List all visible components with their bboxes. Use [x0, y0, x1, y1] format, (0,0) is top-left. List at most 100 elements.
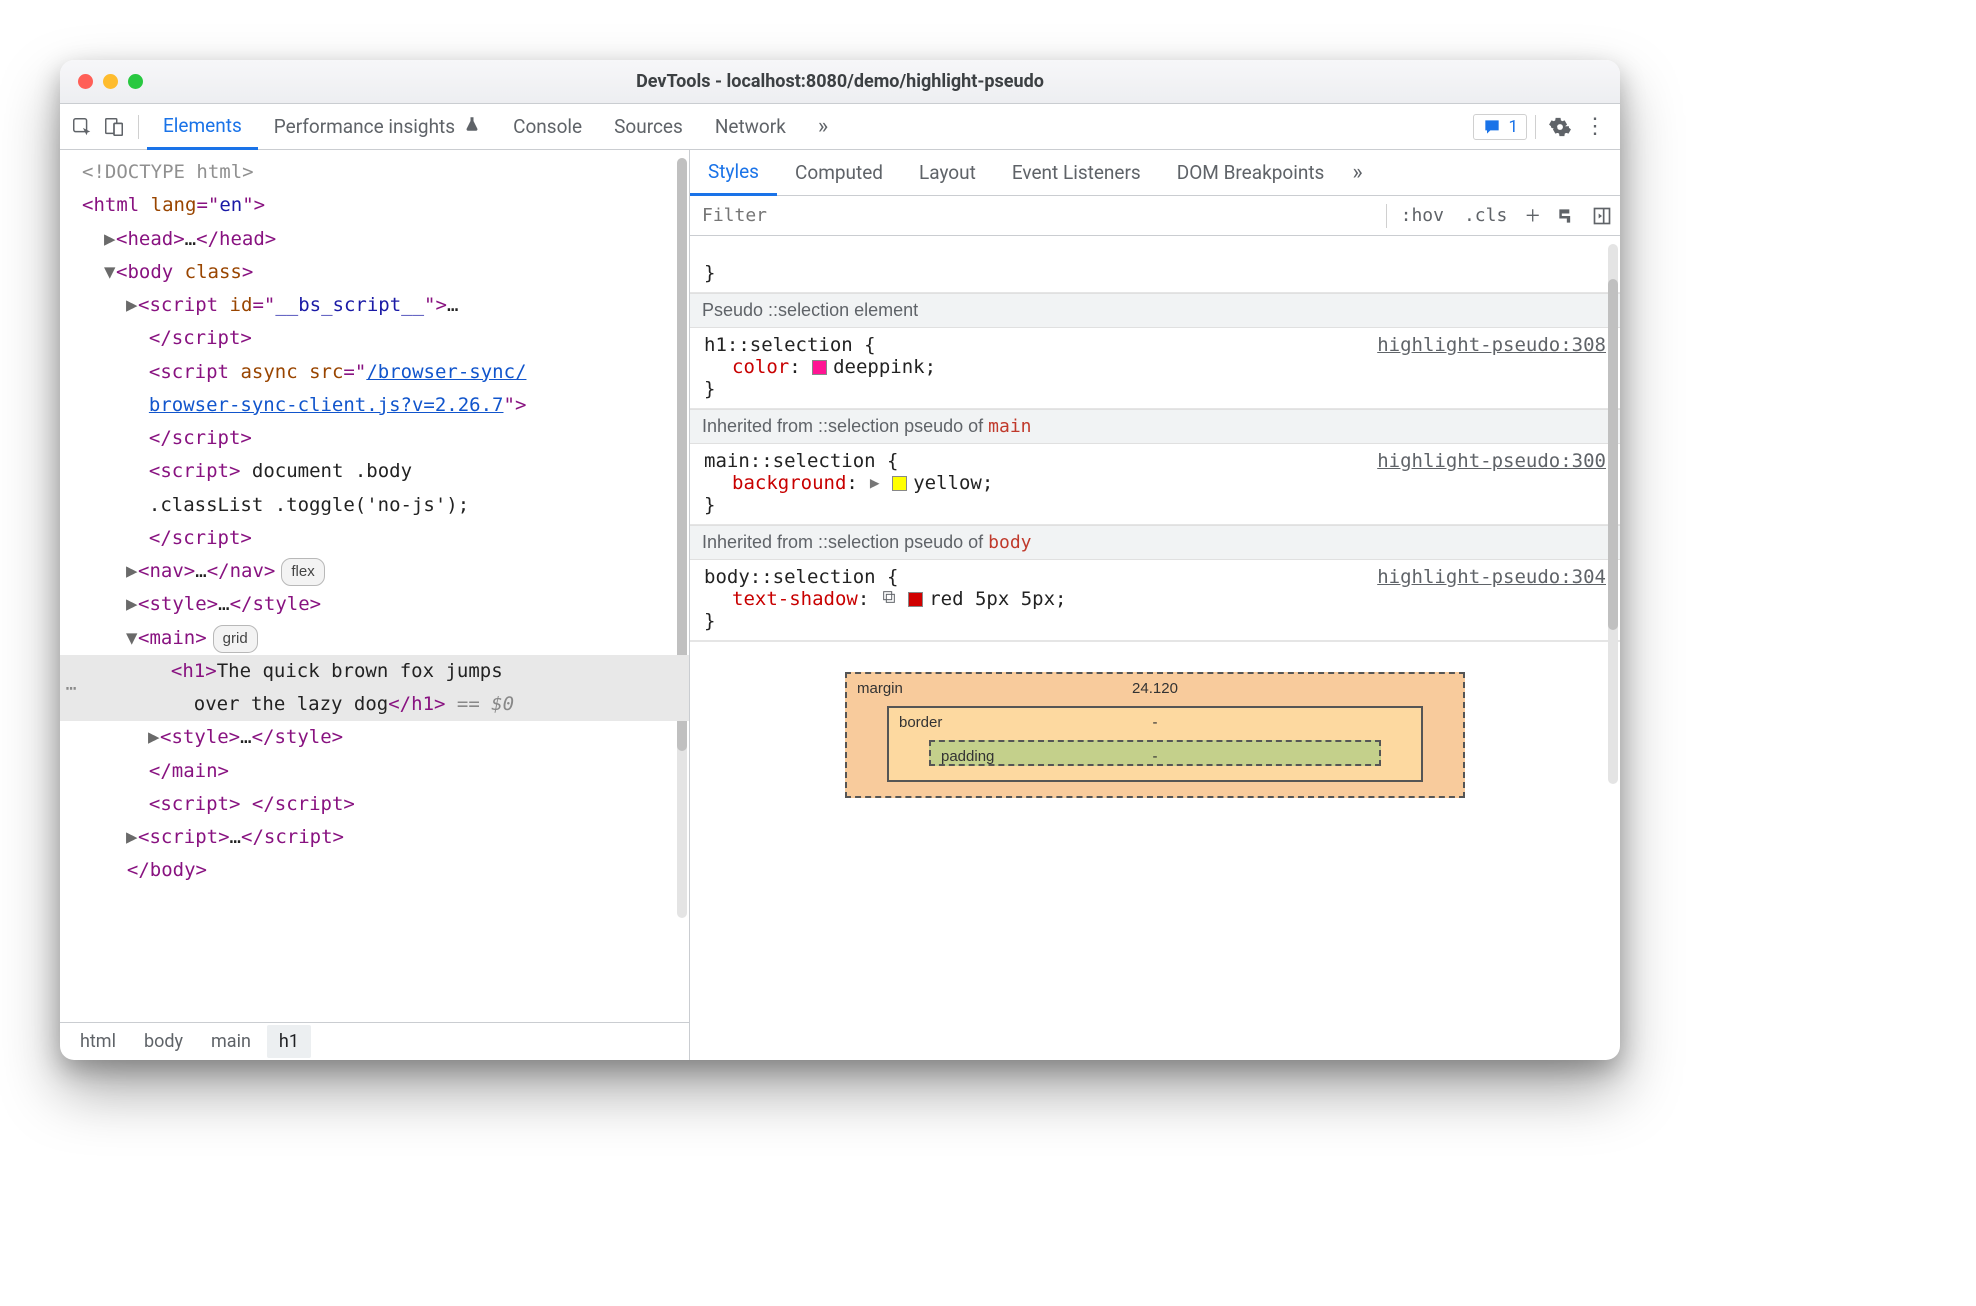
- style-tag[interactable]: style: [171, 726, 228, 748]
- doctype: <!DOCTYPE html>: [82, 161, 254, 183]
- pseudo-selection-header: Pseudo ::selection element: [690, 293, 1620, 328]
- messages-count: 1: [1508, 117, 1518, 137]
- css-value[interactable]: red 5px 5px: [929, 588, 1055, 610]
- scrollbar[interactable]: [1608, 244, 1618, 784]
- tab-dom-breakpoints[interactable]: DOM Breakpoints: [1159, 150, 1343, 196]
- body-tag[interactable]: body: [127, 261, 173, 283]
- nav-tag[interactable]: nav: [149, 560, 183, 582]
- hov-toggle[interactable]: :hov: [1391, 205, 1454, 226]
- main-toolbar: Elements Performance insights Console So…: [60, 104, 1620, 150]
- border-top-value[interactable]: -: [1153, 714, 1158, 731]
- script-tag[interactable]: script: [149, 826, 218, 848]
- inspect-icon[interactable]: [66, 116, 98, 138]
- rule-h1-selection[interactable]: highlight-pseudo:308 h1::selection { col…: [690, 328, 1620, 409]
- box-model-border[interactable]: border - padding -: [887, 706, 1423, 782]
- breadcrumb: html body main h1: [60, 1022, 689, 1060]
- script-tag[interactable]: script: [160, 793, 229, 815]
- main-tag[interactable]: main: [149, 627, 195, 649]
- tab-elements-label: Elements: [163, 114, 242, 137]
- css-value[interactable]: deeppink: [833, 356, 925, 378]
- rule-selector: body::selection {: [704, 566, 898, 588]
- expand-shorthand-icon[interactable]: ▶: [870, 474, 880, 493]
- tab-perf-label: Performance insights: [274, 115, 455, 138]
- paint-icon[interactable]: [1548, 206, 1584, 226]
- box-model-margin[interactable]: margin 24.120 border - padding -: [845, 672, 1465, 798]
- ancestor-link-main[interactable]: main: [988, 416, 1031, 437]
- window-title: DevTools - localhost:8080/demo/highlight…: [60, 71, 1620, 92]
- margin-label: margin: [857, 680, 903, 697]
- rule-source-link[interactable]: highlight-pseudo:304: [1377, 566, 1606, 588]
- dom-tree[interactable]: <!DOCTYPE html> <html lang="en"> ▶<head>…: [60, 150, 689, 1022]
- scrollbar-thumb[interactable]: [1608, 279, 1618, 630]
- row-actions-icon[interactable]: ⋯: [60, 655, 82, 723]
- tabs-overflow-icon[interactable]: »: [802, 104, 844, 150]
- script-tag[interactable]: script: [149, 294, 218, 316]
- cls-toggle[interactable]: .cls: [1454, 205, 1517, 226]
- computed-panel-toggle-icon[interactable]: [1584, 206, 1620, 226]
- inherited-body-header: Inherited from ::selection pseudo of bod…: [690, 525, 1620, 560]
- devtools-window: DevTools - localhost:8080/demo/highlight…: [60, 60, 1620, 1060]
- tab-elements[interactable]: Elements: [147, 104, 258, 150]
- tab-console-label: Console: [513, 115, 582, 138]
- tab-performance-insights[interactable]: Performance insights: [258, 104, 497, 150]
- tab-computed[interactable]: Computed: [777, 150, 901, 196]
- selected-element[interactable]: <h1>The quick brown fox jumps: [60, 655, 689, 688]
- crumb-h1[interactable]: h1: [267, 1025, 311, 1058]
- rule-selector: main::selection {: [704, 450, 898, 472]
- tab-styles[interactable]: Styles: [690, 150, 777, 196]
- border-label: border: [899, 714, 942, 731]
- tab-console[interactable]: Console: [497, 104, 598, 150]
- padding-label: padding: [941, 748, 994, 765]
- style-tag[interactable]: style: [149, 593, 206, 615]
- tab-sources[interactable]: Sources: [598, 104, 699, 150]
- new-style-rule-icon[interactable]: +: [1517, 201, 1548, 231]
- tab-sources-label: Sources: [614, 115, 683, 138]
- rule-selector: h1::selection {: [704, 334, 876, 356]
- tab-layout[interactable]: Layout: [901, 150, 994, 196]
- box-model-padding[interactable]: padding -: [929, 740, 1381, 766]
- css-prop[interactable]: color: [732, 356, 789, 378]
- device-toggle-icon[interactable]: [98, 116, 130, 138]
- script-tag[interactable]: script: [160, 460, 229, 482]
- kebab-menu-icon[interactable]: ⋮: [1576, 114, 1614, 139]
- styles-filter-bar: :hov .cls +: [690, 196, 1620, 236]
- rule-main-selection[interactable]: highlight-pseudo:300 main::selection { b…: [690, 444, 1620, 525]
- messages-badge[interactable]: 1: [1473, 114, 1527, 140]
- settings-icon[interactable]: [1544, 116, 1576, 138]
- rule-source-link[interactable]: highlight-pseudo:308: [1377, 334, 1606, 356]
- tab-event-listeners[interactable]: Event Listeners: [994, 150, 1159, 196]
- sidebar-tabs: Styles Computed Layout Event Listeners D…: [690, 150, 1620, 196]
- margin-top-value[interactable]: 24.120: [1132, 680, 1178, 697]
- color-swatch[interactable]: [812, 360, 827, 375]
- crumb-main[interactable]: main: [199, 1025, 263, 1058]
- flask-icon: [463, 115, 481, 138]
- grid-badge[interactable]: grid: [213, 625, 258, 653]
- padding-top-value[interactable]: -: [1153, 748, 1158, 765]
- tab-network[interactable]: Network: [699, 104, 802, 150]
- styles-filter-input[interactable]: [690, 196, 1382, 235]
- flex-badge[interactable]: flex: [281, 558, 324, 586]
- color-swatch[interactable]: [892, 476, 907, 491]
- shadow-editor-icon[interactable]: [881, 588, 897, 610]
- box-model[interactable]: margin 24.120 border - padding -: [845, 672, 1465, 798]
- css-prop[interactable]: text-shadow: [732, 588, 858, 610]
- css-value[interactable]: yellow: [913, 472, 982, 494]
- tabs-overflow-icon[interactable]: »: [1342, 160, 1372, 185]
- html-tag[interactable]: html: [93, 194, 139, 216]
- css-prop[interactable]: background: [732, 472, 846, 494]
- crumb-html[interactable]: html: [68, 1025, 128, 1058]
- styles-pane[interactable]: } Pseudo ::selection element highlight-p…: [690, 236, 1620, 1060]
- script-src-link[interactable]: /browser-sync/: [366, 361, 526, 383]
- color-swatch[interactable]: [908, 592, 923, 607]
- head-tag[interactable]: head: [127, 228, 173, 250]
- ancestor-link-body[interactable]: body: [988, 532, 1031, 553]
- eq-dollar-zero: == $0: [445, 693, 514, 715]
- rule-body-selection[interactable]: highlight-pseudo:304 body::selection { t…: [690, 560, 1620, 641]
- crumb-body[interactable]: body: [132, 1025, 195, 1058]
- script-src-link[interactable]: browser-sync-client.js?v=2.26.7: [149, 394, 504, 416]
- scrollbar[interactable]: [677, 158, 687, 918]
- rule-close-brace: }: [704, 262, 715, 284]
- script-tag[interactable]: script: [160, 361, 229, 383]
- rule-source-link[interactable]: highlight-pseudo:300: [1377, 450, 1606, 472]
- separator: [138, 115, 139, 139]
